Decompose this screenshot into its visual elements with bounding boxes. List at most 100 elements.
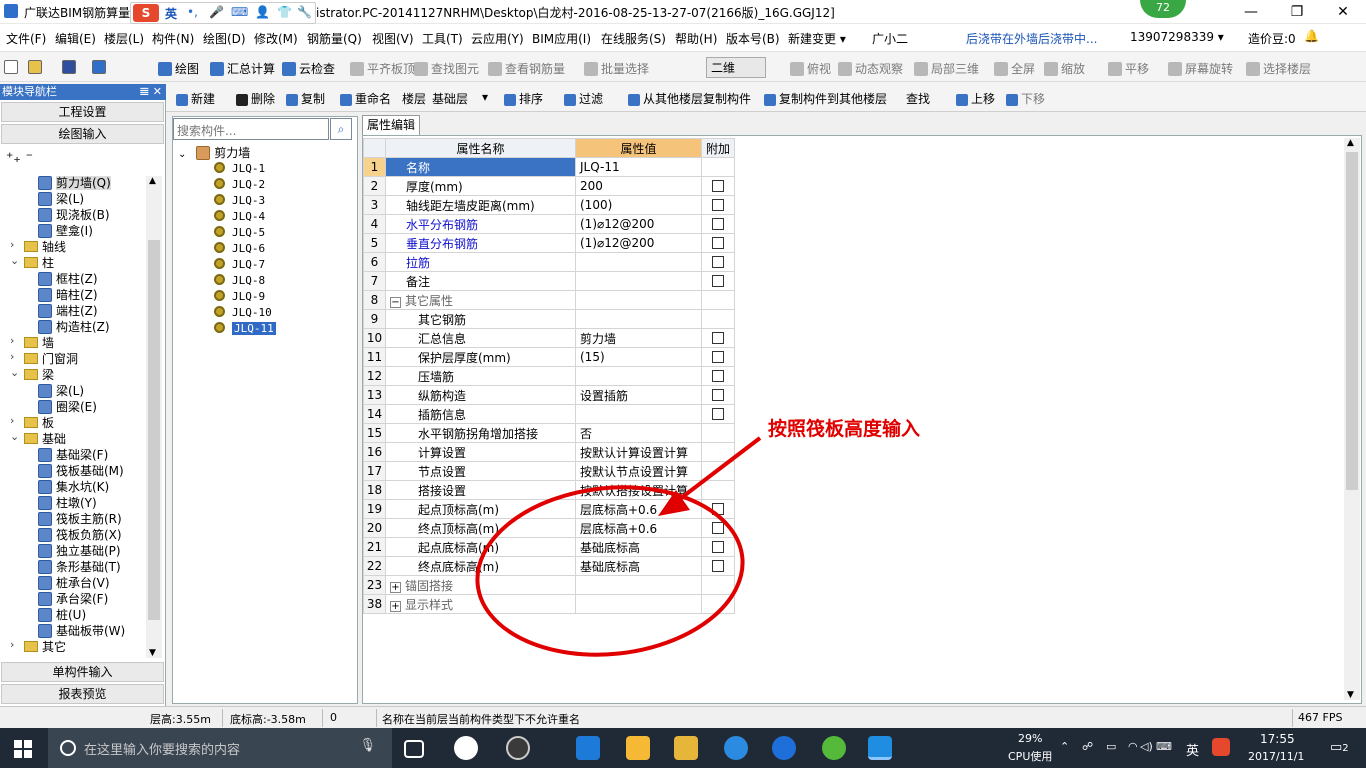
- chrome-like-icon[interactable]: [506, 736, 530, 760]
- wifi-icon[interactable]: ◠: [1128, 740, 1138, 753]
- view-rebar-qty-button[interactable]: 查看钢筋量: [488, 60, 565, 77]
- menu-tools[interactable]: 工具(T): [422, 30, 463, 47]
- property-row[interactable]: 3 轴线距左墙皮距离(mm) (100): [363, 195, 736, 215]
- dynamic-orbit-button[interactable]: 动态观察: [838, 60, 903, 77]
- nav-item[interactable]: 门窗洞: [24, 350, 78, 367]
- property-name[interactable]: 纵筋构造: [385, 385, 576, 405]
- scroll-up-icon[interactable]: ▲: [1347, 138, 1354, 148]
- nav-item[interactable]: 筏板基础(M): [38, 462, 124, 479]
- extra-checkbox[interactable]: [712, 237, 724, 249]
- draw-button[interactable]: 绘图: [158, 60, 199, 77]
- property-value[interactable]: 层底标高+0.6: [575, 499, 702, 519]
- tray-people-icon[interactable]: ☍: [1082, 740, 1093, 753]
- extra-checkbox[interactable]: [712, 389, 724, 401]
- menu-view[interactable]: 视图(V): [372, 30, 414, 47]
- property-name[interactable]: 起点顶标高(m): [385, 499, 576, 519]
- nav-item[interactable]: 桩承台(V): [38, 574, 110, 591]
- component-item[interactable]: JLQ-5: [214, 226, 265, 239]
- property-value[interactable]: 设置插筋: [575, 385, 702, 405]
- menu-cloud[interactable]: 云应用(Y): [471, 30, 524, 47]
- property-name[interactable]: 插筋信息: [385, 404, 576, 424]
- task-view-icon[interactable]: [404, 740, 424, 758]
- draw-input-button[interactable]: 绘图输入: [1, 124, 164, 144]
- property-value[interactable]: (15): [575, 347, 702, 367]
- component-item[interactable]: JLQ-11: [214, 322, 276, 335]
- nav-item[interactable]: 剪力墙(Q): [38, 174, 111, 191]
- file-explorer-icon[interactable]: [674, 736, 698, 760]
- menu-version[interactable]: 版本号(B): [726, 30, 780, 47]
- menu-rebar[interactable]: 钢筋量(Q): [307, 30, 362, 47]
- expand-icon[interactable]: ›: [10, 238, 14, 251]
- nav-item[interactable]: 桩(U): [38, 606, 86, 623]
- collapse-icon[interactable]: ⌄: [10, 430, 19, 443]
- property-name[interactable]: 水平钢筋拐角增加搭接: [385, 423, 576, 443]
- property-value[interactable]: (1)⌀12@200: [575, 214, 702, 234]
- property-name[interactable]: 节点设置: [385, 461, 576, 481]
- select-floor-button[interactable]: 选择楼层: [1246, 60, 1311, 77]
- header-extra[interactable]: 附加: [700, 138, 736, 158]
- tray-ime-label[interactable]: 英: [1186, 740, 1199, 759]
- component-root[interactable]: ⌄ 剪力墙: [178, 144, 250, 161]
- nav-item[interactable]: 轴线: [24, 238, 66, 255]
- glodon-g-icon[interactable]: [772, 736, 796, 760]
- menu-bim[interactable]: BIM应用(I): [532, 30, 591, 47]
- open-folder-icon[interactable]: [28, 60, 42, 74]
- nav-item[interactable]: 板: [24, 414, 54, 431]
- component-item[interactable]: JLQ-4: [214, 210, 265, 223]
- menu-floor[interactable]: 楼层(L): [104, 30, 144, 47]
- extra-checkbox[interactable]: [712, 560, 724, 572]
- property-value[interactable]: 基础底标高: [575, 537, 702, 557]
- nav-item[interactable]: 基础梁(F): [38, 446, 108, 463]
- property-extra[interactable]: [700, 176, 736, 196]
- property-name[interactable]: 其它钢筋: [385, 309, 576, 329]
- collapse-icon[interactable]: −: [390, 296, 401, 308]
- new-component-button[interactable]: 新建: [176, 90, 215, 107]
- nav-item[interactable]: 梁: [24, 366, 54, 383]
- property-name[interactable]: 水平分布钢筋: [385, 214, 576, 234]
- save-icon[interactable]: [62, 60, 76, 74]
- property-row[interactable]: 22 终点底标高(m) 基础底标高: [363, 556, 736, 576]
- find-button[interactable]: 查找: [906, 90, 930, 107]
- property-name[interactable]: 备注: [385, 271, 576, 291]
- punctuation-icon[interactable]: •,: [187, 5, 198, 19]
- property-extra[interactable]: [700, 423, 736, 443]
- align-slab-top-button[interactable]: 平齐板顶: [350, 60, 415, 77]
- extra-checkbox[interactable]: [712, 408, 724, 420]
- property-value[interactable]: [575, 309, 702, 329]
- nav-item[interactable]: 梁(L): [38, 190, 84, 207]
- property-value[interactable]: [575, 252, 702, 272]
- extra-checkbox[interactable]: [712, 541, 724, 553]
- volume-icon[interactable]: ◁): [1140, 740, 1153, 753]
- property-scrollbar[interactable]: ▲ ▼: [1344, 138, 1360, 700]
- touch-keyboard-icon[interactable]: ⌨: [1156, 740, 1172, 753]
- windows-start-icon[interactable]: [14, 740, 32, 758]
- property-name[interactable]: 名称: [385, 157, 576, 177]
- notification-icon[interactable]: ▭2: [1330, 740, 1349, 755]
- property-extra[interactable]: [700, 480, 736, 500]
- store-icon[interactable]: [626, 736, 650, 760]
- menu-online[interactable]: 在线服务(S): [601, 30, 666, 47]
- ie-icon[interactable]: [724, 736, 748, 760]
- nav-item[interactable]: 条形基础(T): [38, 558, 121, 575]
- property-row[interactable]: 4 水平分布钢筋 (1)⌀12@200: [363, 214, 736, 234]
- property-value[interactable]: 按默认计算设置计算: [575, 442, 702, 462]
- local-3d-button[interactable]: 局部三维: [914, 60, 979, 77]
- component-search-input[interactable]: 搜索构件...: [173, 118, 329, 140]
- property-value[interactable]: [575, 366, 702, 386]
- project-settings-button[interactable]: 工程设置: [1, 102, 164, 122]
- pan-button[interactable]: 平移: [1108, 60, 1149, 77]
- property-name[interactable]: 搭接设置: [385, 480, 576, 500]
- property-extra[interactable]: [700, 271, 736, 291]
- top-view-button[interactable]: 俯视: [790, 60, 831, 77]
- extra-checkbox[interactable]: [712, 256, 724, 268]
- property-name[interactable]: 压墙筋: [385, 366, 576, 386]
- nav-item[interactable]: 框柱(Z): [38, 270, 98, 287]
- move-down-button[interactable]: 下移: [1006, 90, 1045, 107]
- property-value[interactable]: 按默认搭接设置计算: [575, 480, 702, 500]
- property-value[interactable]: 剪力墙: [575, 328, 702, 348]
- component-item[interactable]: JLQ-3: [214, 194, 265, 207]
- ime-lang[interactable]: 英: [165, 5, 177, 22]
- close-button[interactable]: ✕: [1320, 0, 1366, 24]
- copy-to-floor-button[interactable]: 复制构件到其他楼层: [764, 90, 887, 107]
- menu-new-change[interactable]: 新建变更 ▾: [788, 30, 846, 47]
